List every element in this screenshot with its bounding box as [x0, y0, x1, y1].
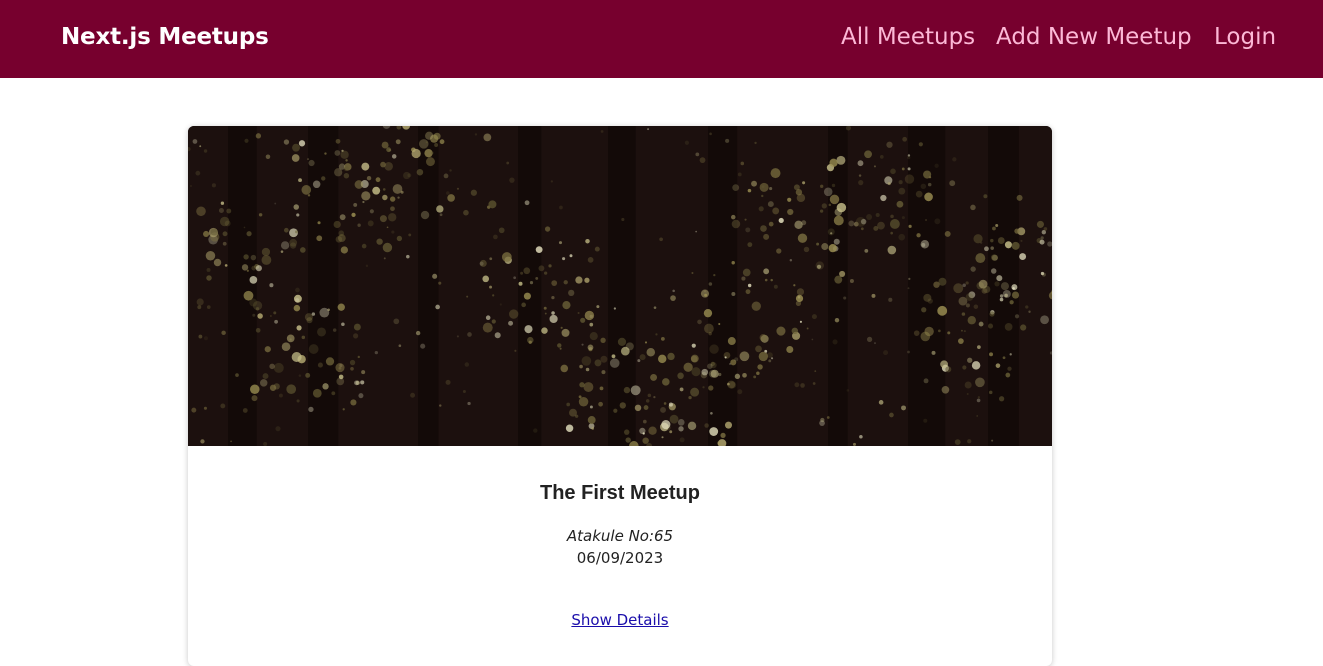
forest-photo — [188, 126, 1052, 446]
nav-add-new-meetup[interactable]: Add New Meetup — [996, 24, 1192, 50]
nav-all-meetups[interactable]: All Meetups — [841, 24, 975, 50]
meetup-image — [188, 126, 1052, 446]
show-details-container: Show Details — [188, 611, 1052, 629]
meetup-date: 06/09/2023 — [576, 549, 664, 567]
meetup-address: Atakule No:65 — [566, 527, 674, 545]
meetup-title: The First Meetup — [539, 482, 700, 504]
site-logo[interactable]: Next.js Meetups — [61, 24, 269, 50]
meetup-card: The First Meetup Atakule No:65 06/09/202… — [188, 126, 1052, 666]
nav-login[interactable]: Login — [1214, 24, 1276, 50]
show-details-link[interactable]: Show Details — [571, 611, 668, 629]
main-header: Next.js Meetups All Meetups Add New Meet… — [0, 0, 1323, 78]
